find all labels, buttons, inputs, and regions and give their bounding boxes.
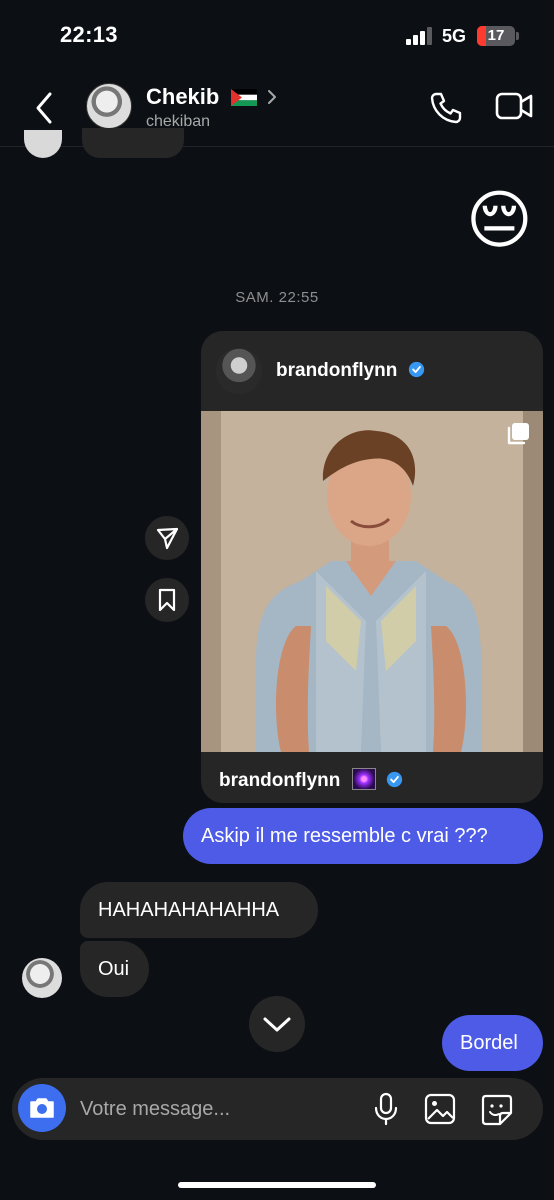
signal-icon bbox=[406, 27, 432, 45]
chevron-down-icon bbox=[263, 1017, 291, 1032]
post-image[interactable] bbox=[201, 411, 543, 752]
battery-tip bbox=[516, 32, 519, 40]
phone-call-icon[interactable] bbox=[428, 90, 464, 126]
post-author-name: brandonflynn bbox=[276, 360, 398, 381]
contact-avatar[interactable] bbox=[86, 83, 132, 129]
send-icon bbox=[156, 527, 179, 550]
status-time: 22:13 bbox=[60, 22, 118, 47]
post-caption[interactable]: brandonflynn bbox=[219, 768, 403, 792]
video-call-icon[interactable] bbox=[494, 90, 534, 122]
shared-post-card[interactable]: brandonflynn brandonflynn bbox=[201, 331, 543, 803]
sticker-icon[interactable] bbox=[480, 1093, 514, 1127]
share-button[interactable] bbox=[145, 516, 189, 560]
post-photo-illustration bbox=[201, 411, 543, 752]
camera-icon bbox=[30, 1098, 54, 1118]
message-timestamp: SAM. 22:55 bbox=[235, 289, 319, 306]
verified-badge-icon bbox=[408, 361, 424, 378]
gallery-icon[interactable] bbox=[424, 1093, 456, 1125]
network-type: 5G bbox=[442, 26, 467, 46]
contact-name[interactable]: Chekib bbox=[146, 84, 219, 110]
message-input[interactable] bbox=[80, 1096, 350, 1122]
back-arrow-icon[interactable] bbox=[30, 90, 60, 126]
incoming-message[interactable]: Oui bbox=[80, 941, 149, 997]
post-author[interactable]: brandonflynn bbox=[276, 360, 425, 382]
contact-avatar-small[interactable] bbox=[22, 958, 62, 998]
outgoing-message[interactable]: Bordel bbox=[442, 1015, 543, 1071]
battery-icon: 17 bbox=[477, 26, 515, 46]
partial-avatar bbox=[24, 130, 62, 158]
palestine-flag-icon bbox=[231, 89, 257, 106]
save-button[interactable] bbox=[145, 578, 189, 622]
post-author-avatar[interactable] bbox=[216, 348, 262, 394]
verified-badge-icon bbox=[386, 771, 403, 788]
camera-button[interactable] bbox=[18, 1084, 66, 1132]
emoji-message[interactable]: 😔 bbox=[466, 184, 533, 256]
battery-level: 17 bbox=[487, 27, 505, 44]
scroll-to-bottom-button[interactable] bbox=[249, 996, 305, 1052]
chevron-right-icon[interactable] bbox=[266, 88, 278, 106]
incoming-message[interactable]: HAHAHAHAHAHHA bbox=[80, 882, 318, 938]
post-caption-author: brandonflynn bbox=[219, 770, 341, 791]
home-indicator bbox=[178, 1182, 376, 1188]
carousel-icon bbox=[507, 423, 529, 445]
sparkle-icon bbox=[351, 768, 376, 790]
microphone-icon[interactable] bbox=[372, 1092, 400, 1126]
partial-message-bubble[interactable] bbox=[82, 128, 184, 158]
outgoing-message[interactable]: Askip il me ressemble c vrai ??? bbox=[183, 808, 543, 864]
bookmark-icon bbox=[158, 588, 176, 612]
